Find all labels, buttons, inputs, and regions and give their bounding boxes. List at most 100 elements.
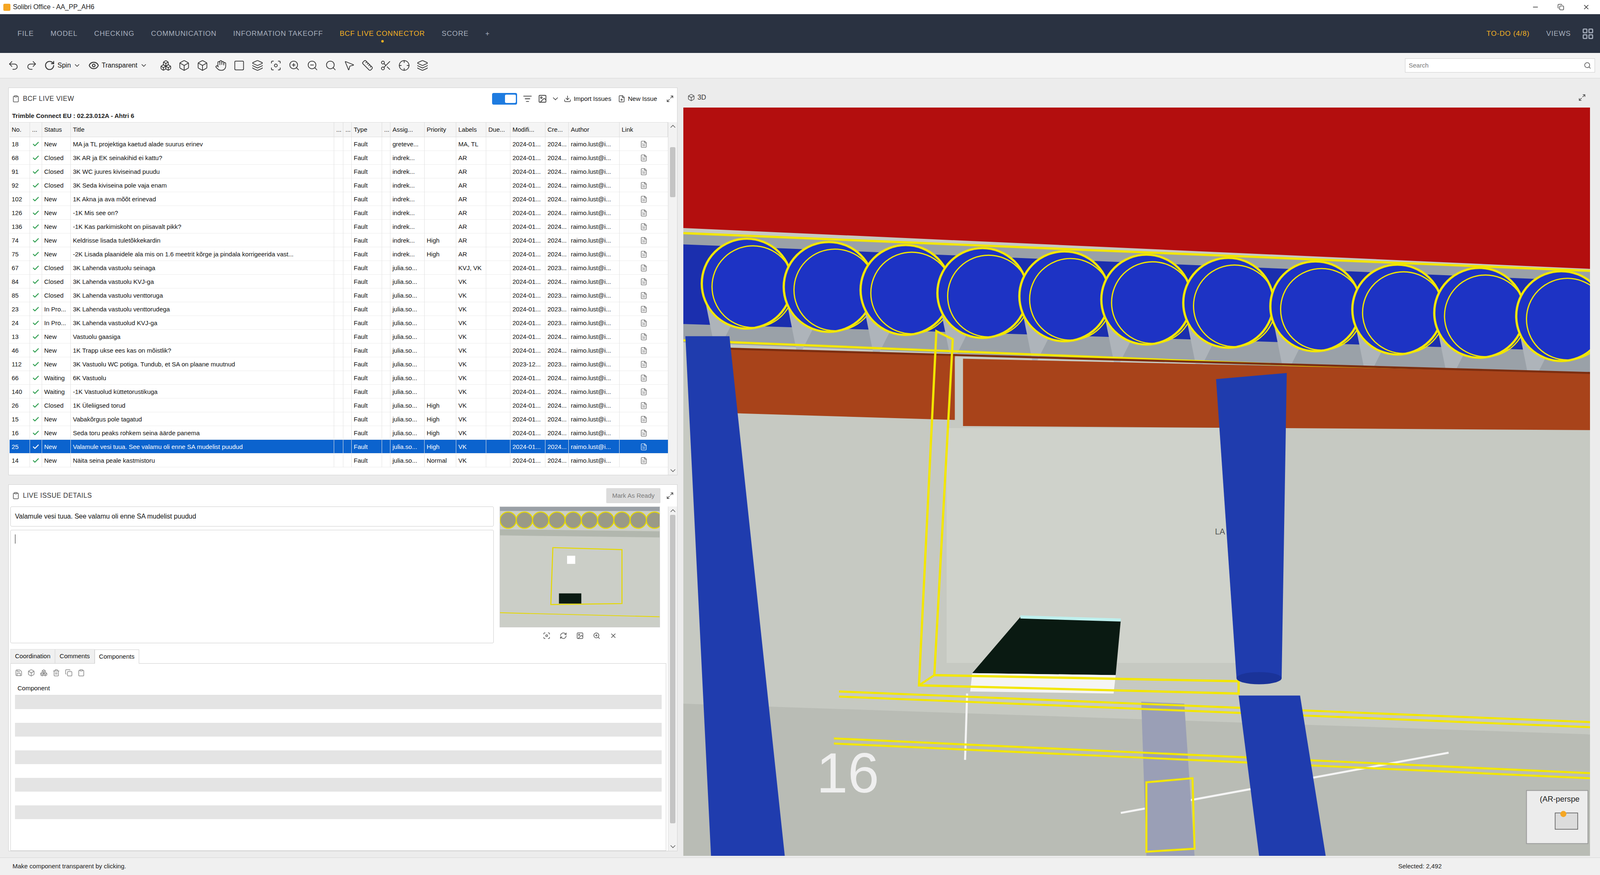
selected-pipe[interactable] — [1146, 777, 1195, 852]
column-header[interactable]: Assig... — [390, 122, 425, 137]
mark-as-ready-button[interactable]: Mark As Ready — [606, 487, 661, 503]
remove-icon[interactable] — [609, 631, 618, 640]
column-header[interactable]: Status — [42, 122, 71, 137]
3d-viewport[interactable]: 16LA(AR-perspe — [683, 107, 1590, 856]
scroll-thumb[interactable] — [670, 147, 676, 198]
zoom-icon[interactable] — [325, 59, 337, 72]
column-header[interactable]: ... — [334, 122, 344, 137]
minimize-icon[interactable] — [1531, 3, 1540, 11]
zoom-in-icon[interactable] — [288, 59, 300, 72]
issue-row[interactable]: 91Closed3K WC juures kiviseinad puuduFau… — [9, 164, 668, 179]
link-cell[interactable] — [619, 274, 668, 289]
menu-tab[interactable]: MODEL — [50, 28, 78, 40]
column-header[interactable]: ... — [343, 122, 352, 137]
duct[interactable] — [1270, 261, 1363, 378]
link-cell[interactable] — [619, 260, 668, 275]
scroll-up-icon[interactable] — [668, 122, 678, 131]
link-icon[interactable] — [640, 140, 648, 148]
link-icon[interactable] — [640, 319, 648, 327]
issue-snapshot[interactable] — [499, 506, 660, 628]
link-cell[interactable] — [619, 370, 668, 385]
zoom-icon[interactable] — [592, 631, 601, 640]
search-icon[interactable] — [1583, 61, 1592, 70]
duct[interactable] — [1516, 271, 1590, 388]
link-cell[interactable] — [619, 357, 668, 371]
show-all-icon[interactable] — [196, 59, 209, 72]
issue-row[interactable]: 26Closed1K Üleliigsed torudFaultjulia.so… — [9, 398, 668, 413]
toolbar-button[interactable] — [358, 56, 377, 75]
link-cell[interactable] — [619, 302, 668, 316]
link-icon[interactable] — [640, 264, 648, 272]
dropdown-icon[interactable] — [140, 61, 148, 70]
live-toggle[interactable] — [492, 92, 518, 105]
column-header[interactable]: Author — [568, 122, 620, 137]
cut-icon[interactable] — [380, 59, 392, 72]
toolbar-button[interactable] — [248, 56, 267, 75]
link-cell[interactable] — [619, 164, 668, 179]
issue-row[interactable]: 18NewMA ja TL projektiga kaetud alade su… — [9, 137, 668, 151]
link-icon[interactable] — [640, 277, 648, 286]
link-icon[interactable] — [640, 346, 648, 355]
menu-tab[interactable]: FILE — [17, 28, 34, 40]
toolbar-button[interactable] — [376, 56, 395, 75]
toolbar-button[interactable] — [340, 56, 359, 75]
fit-icon[interactable] — [270, 59, 282, 72]
duct[interactable] — [1101, 254, 1194, 371]
description-field[interactable] — [10, 529, 494, 643]
scroll-down-icon[interactable] — [668, 842, 678, 851]
import-icon[interactable] — [563, 95, 572, 103]
link-icon[interactable] — [640, 250, 648, 258]
scroll-down-icon[interactable] — [668, 466, 678, 475]
column-header[interactable]: Cre... — [545, 122, 569, 137]
issue-row[interactable]: 140Waiting-1K Vastuolud küttetorustikuga… — [9, 384, 668, 399]
issue-row[interactable]: 24In Pro...3K Lahenda vastuolud KVJ-gaFa… — [9, 315, 668, 330]
issue-row[interactable]: 25NewValamule vesi tuua. See valamu oli … — [9, 439, 668, 454]
menu-tab[interactable]: SCORE — [441, 28, 469, 40]
menu-tab[interactable]: COMMUNICATION — [151, 28, 217, 40]
locate-icon[interactable] — [398, 59, 410, 72]
issue-row[interactable]: 74NewKeldrisse lisada tuletõkkekardinFau… — [9, 233, 668, 248]
link-cell[interactable] — [619, 247, 668, 261]
issue-row[interactable]: 46New1K Trapp ukse ees kas on mõistlik?F… — [9, 343, 668, 358]
link-icon[interactable] — [640, 429, 648, 437]
maximize-icon[interactable] — [666, 95, 674, 103]
link-icon[interactable] — [640, 387, 648, 396]
transparent-icon[interactable] — [88, 60, 100, 71]
table-scrollbar[interactable] — [667, 122, 678, 475]
issue-row[interactable]: 102New1K Akna ja ava mõõt erinevadFaulti… — [9, 192, 668, 206]
issue-title-field[interactable]: Valamule vesi tuua. See valamu oli enne … — [10, 506, 494, 527]
link-cell[interactable] — [619, 384, 668, 399]
link-cell[interactable] — [619, 315, 668, 330]
link-icon[interactable] — [640, 442, 648, 451]
issue-row[interactable]: 66Waiting6K VastuoluFaultjulia.so...VK20… — [9, 370, 668, 385]
link-cell[interactable] — [619, 288, 668, 303]
link-icon[interactable] — [640, 360, 648, 368]
column[interactable] — [685, 336, 785, 856]
link-icon[interactable] — [640, 305, 648, 313]
menu-tab[interactable]: CHECKING — [94, 28, 135, 40]
restore-icon[interactable] — [1557, 3, 1565, 11]
menu-tab[interactable]: INFORMATION TAKEOFF — [233, 28, 323, 40]
link-icon[interactable] — [640, 154, 648, 162]
duct[interactable] — [1183, 257, 1276, 375]
paste-icon[interactable] — [77, 668, 85, 677]
component-header[interactable]: Component — [15, 681, 662, 695]
toolbar-button[interactable] — [211, 56, 230, 75]
toolbar-button[interactable] — [266, 56, 285, 75]
issue-row[interactable]: 13NewVastuolu gaasigaFaultjulia.so...VK2… — [9, 329, 668, 344]
link-cell[interactable] — [619, 329, 668, 344]
select-icon[interactable] — [40, 668, 48, 677]
column-header[interactable]: Priority — [424, 122, 457, 137]
dropdown-icon[interactable] — [73, 61, 81, 70]
new-issue-button[interactable]: New Issue — [617, 94, 658, 104]
image-icon[interactable] — [576, 631, 584, 640]
issue-row[interactable]: 112New3K Vastuolu WC potiga. Tundub, et … — [9, 357, 668, 371]
floors-icon[interactable] — [416, 59, 429, 72]
view-cube[interactable]: (AR-perspe — [1526, 790, 1589, 843]
scroll-thumb[interactable] — [670, 514, 676, 823]
link-cell[interactable] — [619, 192, 668, 206]
link-icon[interactable] — [640, 236, 648, 245]
link-icon[interactable] — [640, 332, 648, 341]
toolbar-button[interactable] — [303, 56, 322, 75]
duct[interactable] — [1434, 267, 1527, 385]
